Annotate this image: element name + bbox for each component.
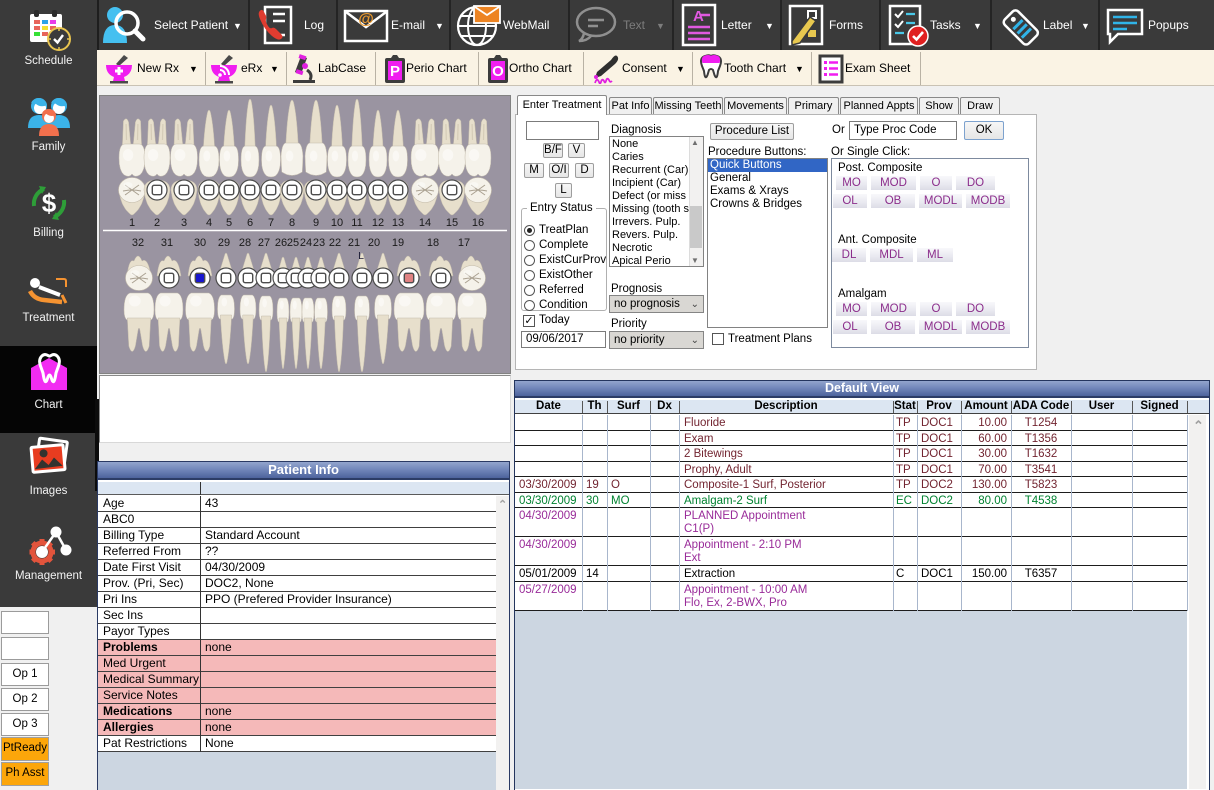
svg-text:16: 16 xyxy=(472,217,484,229)
svg-text:17: 17 xyxy=(458,237,470,249)
svg-text:30: 30 xyxy=(194,237,206,249)
svg-text:5: 5 xyxy=(226,217,232,229)
svg-text:18: 18 xyxy=(427,237,439,249)
svg-text:29: 29 xyxy=(218,237,230,249)
svg-text:L: L xyxy=(358,250,364,262)
svg-text:26: 26 xyxy=(275,237,287,249)
svg-text:@: @ xyxy=(358,11,374,28)
svg-text:25: 25 xyxy=(287,237,299,249)
svg-text:O: O xyxy=(492,63,504,80)
svg-text:8: 8 xyxy=(289,217,295,229)
svg-text:12: 12 xyxy=(372,217,384,229)
svg-text:3: 3 xyxy=(181,217,187,229)
svg-text:32: 32 xyxy=(132,237,144,249)
svg-text:A: A xyxy=(693,8,704,25)
svg-text:20: 20 xyxy=(368,237,380,249)
svg-text:21: 21 xyxy=(348,237,360,249)
svg-text:28: 28 xyxy=(239,237,251,249)
svg-text:4: 4 xyxy=(206,217,212,229)
svg-text:P: P xyxy=(390,63,400,80)
svg-text:10: 10 xyxy=(331,217,343,229)
svg-text:1: 1 xyxy=(129,217,135,229)
svg-text:6: 6 xyxy=(247,217,253,229)
svg-text:7: 7 xyxy=(268,217,274,229)
svg-text:31: 31 xyxy=(161,237,173,249)
svg-text:2: 2 xyxy=(154,217,160,229)
svg-text:24: 24 xyxy=(300,237,312,249)
svg-text:15: 15 xyxy=(446,217,458,229)
svg-text:14: 14 xyxy=(419,217,431,229)
svg-text:22: 22 xyxy=(329,237,341,249)
svg-text:27: 27 xyxy=(258,237,270,249)
svg-text:11: 11 xyxy=(351,217,362,229)
svg-text:9: 9 xyxy=(313,217,319,229)
svg-text:19: 19 xyxy=(392,237,404,249)
svg-text:23: 23 xyxy=(313,237,325,249)
svg-text:13: 13 xyxy=(392,217,404,229)
svg-text:$: $ xyxy=(42,188,57,218)
